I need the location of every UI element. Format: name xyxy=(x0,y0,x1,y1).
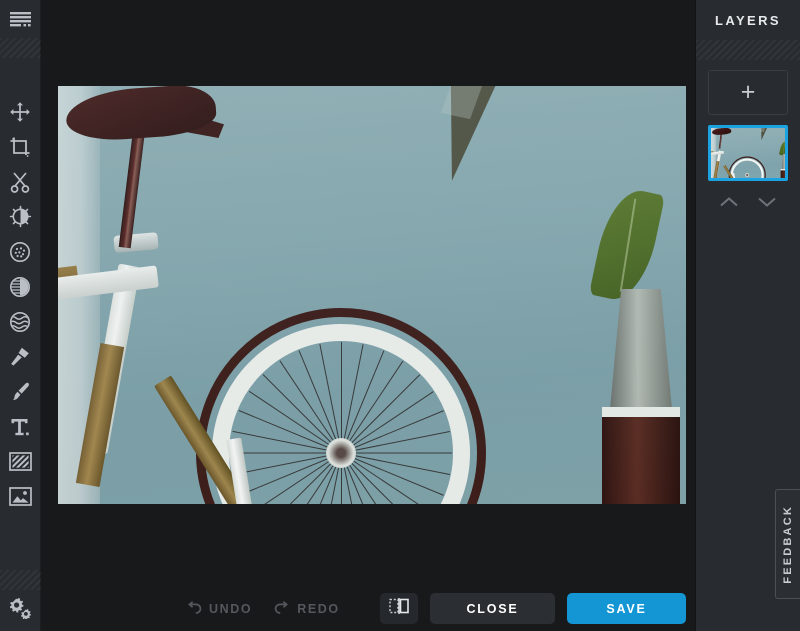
spoke xyxy=(230,452,342,454)
tool-brightness[interactable] xyxy=(0,199,41,234)
tool-text[interactable] xyxy=(0,409,41,444)
pattern-icon xyxy=(8,452,32,471)
text-icon xyxy=(9,416,31,438)
toolbar-divider-bottom xyxy=(0,570,41,590)
layers-panel-body: + xyxy=(696,60,800,213)
layer-reorder-controls xyxy=(708,195,788,213)
save-button[interactable]: SAVE xyxy=(567,593,686,624)
contrast-icon xyxy=(9,276,31,298)
layer-item[interactable] xyxy=(708,125,788,181)
canvas-area[interactable] xyxy=(41,0,695,586)
bottom-toolbar: UNDO REDO CLOSE SAVE xyxy=(41,586,695,631)
image-editor-app: UNDO REDO CLOSE SAVE LAYERS + FEEDBACK xyxy=(0,0,800,631)
spoke xyxy=(341,374,421,454)
layers-panel-divider xyxy=(696,40,800,60)
move-icon xyxy=(9,101,31,123)
menu-icon xyxy=(9,11,31,27)
plus-icon: + xyxy=(740,78,756,106)
tool-image[interactable] xyxy=(0,479,41,514)
tool-move[interactable] xyxy=(0,94,41,129)
move-layer-up-button[interactable] xyxy=(719,195,739,213)
feedback-label: FEEDBACK xyxy=(782,504,794,584)
gears-icon xyxy=(8,597,32,624)
menu-button[interactable] xyxy=(0,0,41,38)
redo-button[interactable]: REDO xyxy=(274,600,340,617)
history-actions: UNDO REDO xyxy=(186,600,340,617)
compare-icon xyxy=(389,597,409,620)
scissors-icon xyxy=(9,171,31,193)
tool-cut[interactable] xyxy=(0,164,41,199)
redo-label: REDO xyxy=(297,601,340,616)
noise-icon xyxy=(9,241,31,263)
tool-brush[interactable] xyxy=(0,374,41,409)
tool-stamp[interactable] xyxy=(0,339,41,374)
spoke xyxy=(341,342,342,453)
tool-crop[interactable] xyxy=(0,129,41,164)
compare-button[interactable] xyxy=(380,593,418,624)
blur-icon xyxy=(9,311,31,333)
tool-blur[interactable] xyxy=(0,304,41,339)
brush-icon xyxy=(9,381,31,403)
tool-noise[interactable] xyxy=(0,234,41,269)
tool-contrast[interactable] xyxy=(0,269,41,304)
feedback-tab[interactable]: FEEDBACK xyxy=(775,489,800,599)
undo-icon xyxy=(186,600,202,617)
primary-actions: CLOSE SAVE xyxy=(380,593,686,624)
layer-thumbnail xyxy=(711,128,785,178)
left-toolbar xyxy=(0,0,41,631)
add-layer-button[interactable]: + xyxy=(708,70,788,115)
image-icon xyxy=(8,487,32,506)
undo-button[interactable]: UNDO xyxy=(186,600,253,617)
chevron-up-icon xyxy=(719,195,739,212)
move-layer-down-button[interactable] xyxy=(757,195,777,213)
spoke xyxy=(341,452,452,454)
close-button[interactable]: CLOSE xyxy=(430,593,555,624)
spoke xyxy=(341,452,435,504)
stamp-icon xyxy=(9,346,31,368)
redo-icon xyxy=(274,600,290,617)
edited-photo xyxy=(58,86,686,504)
settings-button[interactable] xyxy=(0,590,41,631)
toolbar-divider-top xyxy=(0,38,41,58)
undo-label: UNDO xyxy=(209,601,253,616)
tool-list xyxy=(0,58,41,570)
chevron-down-icon xyxy=(757,195,777,212)
brightness-icon xyxy=(9,205,32,228)
tool-pattern[interactable] xyxy=(0,444,41,479)
layers-panel-title: LAYERS xyxy=(715,12,781,28)
crop-icon xyxy=(9,136,31,158)
canvas-image[interactable] xyxy=(58,86,686,504)
